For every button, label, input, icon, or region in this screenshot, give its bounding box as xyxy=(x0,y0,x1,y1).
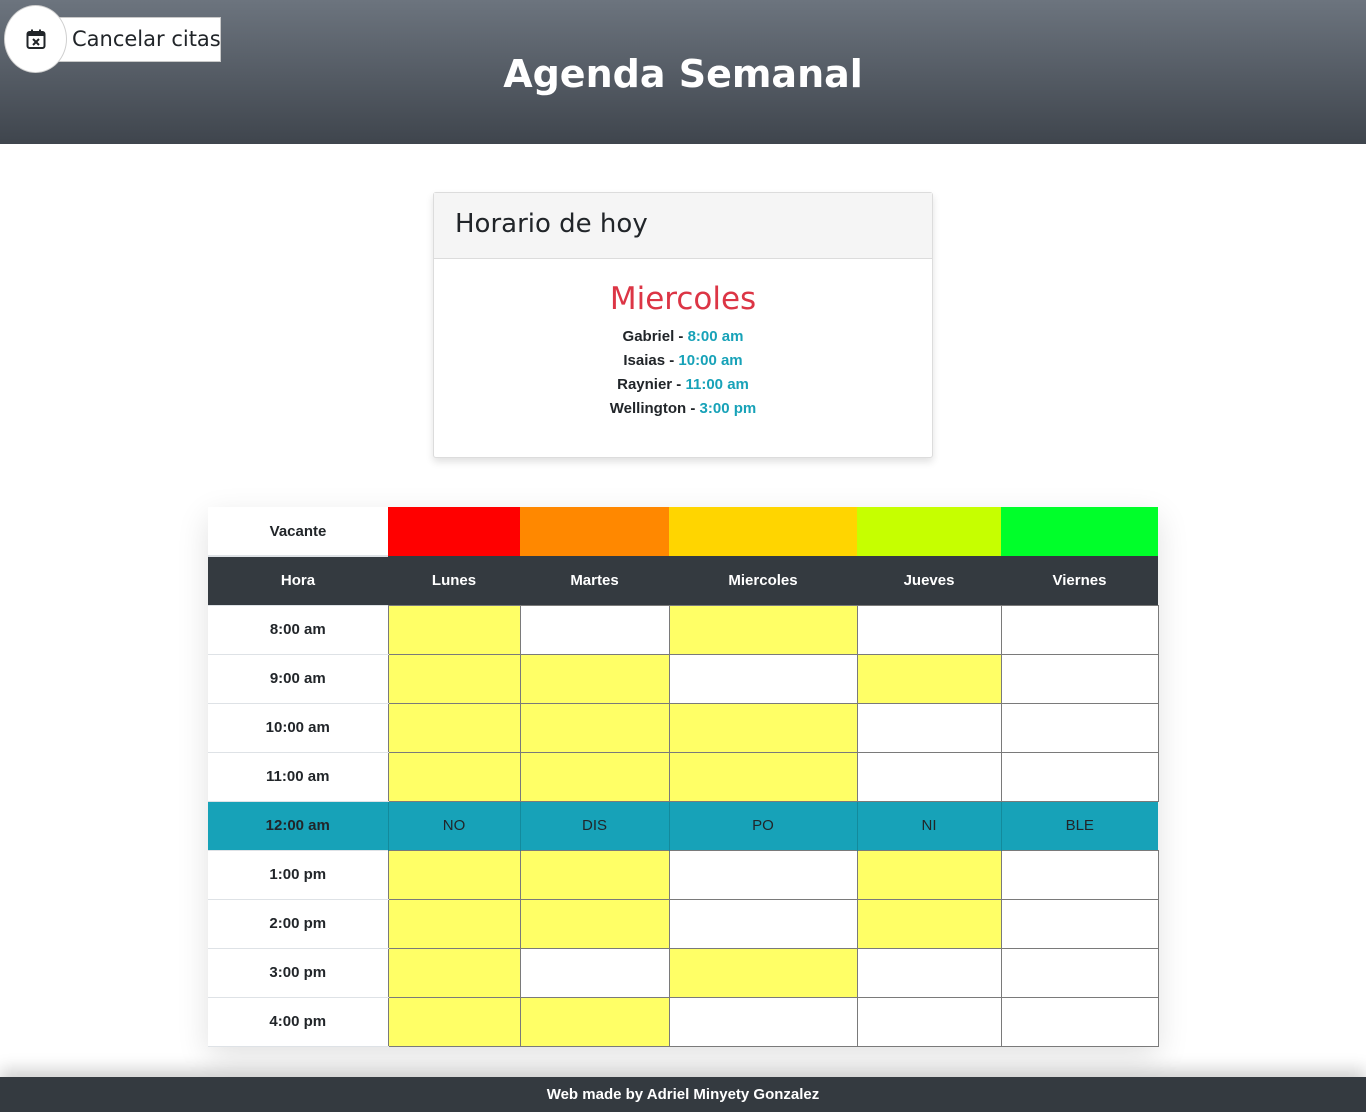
booked-slot-cell[interactable] xyxy=(519,898,670,949)
hour-cell: 3:00 pm xyxy=(208,947,389,998)
schedule-row: 4:00 pm xyxy=(208,996,1159,1047)
column-header: Lunes xyxy=(388,556,520,605)
schedule-row: 2:00 pm xyxy=(208,898,1159,949)
weekly-schedule: Vacante Hora Lunes Martes Miercoles Jueves Vie… xyxy=(208,507,1159,1047)
appointment-name: Gabriel xyxy=(622,328,675,345)
booked-slot-cell[interactable] xyxy=(668,947,858,998)
booked-slot-cell[interactable] xyxy=(387,604,521,655)
column-header: Miercoles xyxy=(669,556,857,605)
appointment-item: Raynier - 11:00 am xyxy=(617,376,749,393)
hour-cell: 2:00 pm xyxy=(208,898,389,949)
booked-slot-cell[interactable] xyxy=(856,898,1002,949)
free-slot-cell[interactable] xyxy=(1000,947,1159,998)
column-header: Jueves xyxy=(857,556,1001,605)
booked-slot-cell[interactable] xyxy=(856,653,1002,704)
free-slot-cell[interactable] xyxy=(1000,996,1159,1047)
appointment-item: Wellington - 3:00 pm xyxy=(609,400,757,417)
appointment-name: Wellington xyxy=(609,400,687,417)
cancel-appointments-icon-button[interactable] xyxy=(4,5,67,73)
hour-cell: 11:00 am xyxy=(208,751,389,802)
hour-cell: 10:00 am xyxy=(208,702,389,753)
today-day-name: Miercoles xyxy=(609,281,757,317)
lunch-row: 12:00 am NO DIS PO NI BLE xyxy=(208,801,1158,850)
booked-slot-cell[interactable] xyxy=(387,751,521,802)
cancel-appointments-button[interactable]: Cancelar citas xyxy=(56,17,221,62)
schedule-row: 11:00 am xyxy=(208,751,1159,802)
hour-cell: 4:00 pm xyxy=(208,996,389,1047)
free-slot-cell[interactable] xyxy=(856,996,1002,1047)
booked-slot-cell[interactable] xyxy=(387,849,521,900)
vacancy-legend-swatch xyxy=(857,507,1001,556)
free-slot-cell[interactable] xyxy=(668,996,858,1047)
vacancy-legend-swatch xyxy=(520,507,669,556)
hour-cell: 12:00 am xyxy=(208,801,388,850)
appointment-time: 10:00 am xyxy=(678,352,743,369)
schedule-row: 1:00 pm xyxy=(208,849,1159,900)
free-slot-cell[interactable] xyxy=(1000,849,1159,900)
appointment-time: 11:00 am xyxy=(685,376,749,393)
vacancy-legend-swatch xyxy=(1001,507,1158,556)
free-slot-cell[interactable] xyxy=(1000,604,1159,655)
hour-cell: 1:00 pm xyxy=(208,849,389,900)
today-schedule-card: Horario de hoy Miercoles Gabriel - 8:00 … xyxy=(433,192,933,458)
free-slot-cell[interactable] xyxy=(519,604,670,655)
hour-cell: 9:00 am xyxy=(208,653,389,704)
schedule-row: 3:00 pm xyxy=(208,947,1159,998)
booked-slot-cell[interactable] xyxy=(856,849,1002,900)
schedule-table: Vacante Hora Lunes Martes Miercoles Jueves Vie… xyxy=(208,507,1159,1047)
schedule-header-row: Hora Lunes Martes Miercoles Jueves Viernes xyxy=(208,556,1158,605)
calendar-x-icon xyxy=(26,29,45,49)
unavailable-cell: BLE xyxy=(1000,801,1158,850)
appointment-name: Raynier xyxy=(617,376,673,393)
booked-slot-cell[interactable] xyxy=(668,702,858,753)
unavailable-cell: PO xyxy=(668,801,857,850)
unavailable-cell: NI xyxy=(856,801,1001,850)
column-header: Hora xyxy=(208,556,388,605)
free-slot-cell[interactable] xyxy=(856,947,1002,998)
column-header: Viernes xyxy=(1001,556,1158,605)
free-slot-cell[interactable] xyxy=(1000,751,1159,802)
column-header: Martes xyxy=(520,556,669,605)
booked-slot-cell[interactable] xyxy=(668,751,858,802)
unavailable-cell: NO xyxy=(387,801,520,850)
booked-slot-cell[interactable] xyxy=(387,702,521,753)
free-slot-cell[interactable] xyxy=(668,653,858,704)
hour-cell: 8:00 am xyxy=(208,604,389,655)
booked-slot-cell[interactable] xyxy=(519,653,670,704)
vacancy-legend-label: Vacante xyxy=(208,507,388,557)
booked-slot-cell[interactable] xyxy=(519,702,670,753)
free-slot-cell[interactable] xyxy=(856,751,1002,802)
unavailable-cell: DIS xyxy=(519,801,669,850)
booked-slot-cell[interactable] xyxy=(387,996,521,1047)
free-slot-cell[interactable] xyxy=(856,702,1002,753)
free-slot-cell[interactable] xyxy=(1000,653,1159,704)
free-slot-cell[interactable] xyxy=(856,604,1002,655)
booked-slot-cell[interactable] xyxy=(519,751,670,802)
today-card-title: Horario de hoy xyxy=(434,193,932,259)
appointment-item: Gabriel - 8:00 am xyxy=(622,328,744,345)
schedule-row: 10:00 am xyxy=(208,702,1159,753)
booked-slot-cell[interactable] xyxy=(387,898,521,949)
schedule-row: 8:00 am xyxy=(208,604,1159,655)
booked-slot-cell[interactable] xyxy=(519,849,670,900)
schedule-row: 9:00 am xyxy=(208,653,1159,704)
booked-slot-cell[interactable] xyxy=(519,996,670,1047)
free-slot-cell[interactable] xyxy=(668,849,858,900)
page-footer: Web made by Adriel Minyety Gonzalez xyxy=(0,1077,1366,1112)
free-slot-cell[interactable] xyxy=(668,898,858,949)
free-slot-cell[interactable] xyxy=(1000,702,1159,753)
appointment-name: Isaias xyxy=(623,352,666,369)
appointment-time: 3:00 pm xyxy=(699,400,757,417)
booked-slot-cell[interactable] xyxy=(387,653,521,704)
booked-slot-cell[interactable] xyxy=(668,604,858,655)
today-appointment-list: Gabriel - 8:00 am Isaias - 10:00 am Raynie… xyxy=(434,325,932,421)
booked-slot-cell[interactable] xyxy=(387,947,521,998)
appointment-item: Isaias - 10:00 am xyxy=(623,352,743,369)
free-slot-cell[interactable] xyxy=(1000,898,1159,949)
free-slot-cell[interactable] xyxy=(519,947,670,998)
vacancy-legend-swatch xyxy=(388,507,520,556)
vacancy-legend-swatch xyxy=(669,507,857,556)
vacancy-legend-row: Vacante xyxy=(208,507,1158,557)
appointment-time: 8:00 am xyxy=(687,328,744,345)
